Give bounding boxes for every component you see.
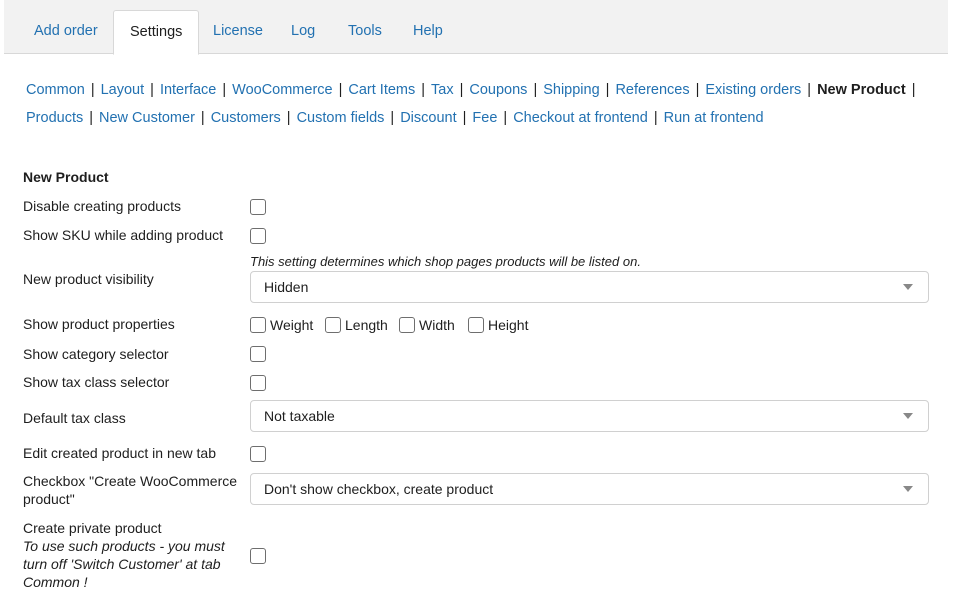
- subnav-separator: |: [605, 82, 610, 98]
- chevron-down-icon: [903, 413, 913, 419]
- subnav-common[interactable]: Common: [26, 82, 85, 98]
- disable-creating-products-checkbox[interactable]: [250, 199, 266, 215]
- weight-checkbox[interactable]: [250, 317, 266, 334]
- tab-add-order[interactable]: Add order: [34, 10, 98, 54]
- edit-in-new-tab-checkbox[interactable]: [250, 446, 266, 462]
- subnav-separator: |: [90, 82, 95, 98]
- default-tax-class-value: Not taxable: [264, 408, 335, 424]
- tab-settings[interactable]: Settings: [113, 10, 200, 55]
- show-tax-class-selector-label: Show tax class selector: [23, 374, 170, 390]
- length-label: Length: [345, 317, 388, 334]
- subnav-coupons[interactable]: Coupons: [469, 82, 527, 98]
- subnav-custom-fields[interactable]: Custom fields: [297, 110, 385, 126]
- subnav-separator: |: [200, 110, 205, 126]
- subnav-customers[interactable]: Customers: [211, 110, 281, 126]
- show-product-properties-label: Show product properties: [23, 316, 175, 332]
- private-product-note-line-3: Common !: [23, 574, 88, 590]
- private-product-note-line-2: turn off 'Switch Customer' at tab: [23, 556, 221, 572]
- visibility-select-value: Hidden: [264, 279, 309, 295]
- private-product-note-line-1: To use such products - you must: [23, 538, 225, 554]
- subnav-separator: |: [222, 82, 227, 98]
- subnav-cart-items[interactable]: Cart Items: [348, 82, 415, 98]
- subnav-separator: |: [150, 82, 154, 98]
- show-sku-label: Show SKU while adding product: [23, 227, 224, 243]
- property-weight[interactable]: Weight: [250, 316, 313, 334]
- subnav-products[interactable]: Products: [26, 110, 83, 126]
- visibility-select[interactable]: Hidden: [250, 271, 929, 303]
- subnav-separator: |: [459, 82, 464, 98]
- create-wc-product-value: Don't show checkbox, create product: [264, 481, 494, 497]
- subnav-separator: |: [653, 110, 658, 126]
- subnav-separator: |: [911, 82, 916, 98]
- create-wc-product-label-line-2: product": [23, 491, 75, 507]
- subnav-separator: |: [533, 82, 538, 98]
- subnav-run-at-frontend[interactable]: Run at frontend: [664, 110, 764, 126]
- subnav-separator: |: [462, 110, 467, 126]
- default-tax-class-select[interactable]: Not taxable: [250, 400, 929, 432]
- visibility-hint: This setting determines which shop pages…: [250, 254, 641, 269]
- subnav-checkout-at-frontend[interactable]: Checkout at frontend: [513, 110, 648, 126]
- length-checkbox[interactable]: [325, 317, 341, 334]
- property-width[interactable]: Width: [399, 316, 455, 334]
- settings-subnav-row-1: Common | Layout | Interface | WooCommerce | Cart…: [26, 80, 921, 100]
- tab-tools[interactable]: Tools: [348, 10, 382, 54]
- create-private-product-checkbox[interactable]: [250, 548, 266, 564]
- subnav-references[interactable]: References: [615, 82, 689, 98]
- tab-license[interactable]: License: [213, 10, 263, 54]
- subnav-discount[interactable]: Discount: [400, 110, 456, 126]
- subnav-separator: |: [807, 82, 812, 98]
- height-label: Height: [488, 317, 529, 334]
- subnav-shipping[interactable]: Shipping: [543, 82, 599, 98]
- new-product-visibility-label: New product visibility: [23, 271, 154, 287]
- chevron-down-icon: [903, 486, 913, 492]
- tab-help[interactable]: Help: [413, 10, 443, 54]
- settings-subnav-row-2: Products | New Customer | Customers | Custom f…: [26, 108, 764, 128]
- category-selector-checkbox[interactable]: [250, 346, 266, 362]
- subnav-separator: |: [503, 110, 508, 126]
- width-label: Width: [419, 317, 455, 334]
- chevron-down-icon: [903, 284, 913, 290]
- width-checkbox[interactable]: [399, 317, 415, 334]
- create-private-product-title: Create private product: [23, 520, 162, 536]
- create-wc-product-select[interactable]: Don't show checkbox, create product: [250, 473, 929, 505]
- subnav-new-product[interactable]: New Product: [817, 82, 906, 98]
- section-title: New Product: [23, 169, 109, 185]
- subnav-tax[interactable]: Tax: [431, 82, 454, 98]
- tax-class-selector-checkbox[interactable]: [250, 375, 266, 391]
- subnav-separator: |: [421, 82, 426, 98]
- subnav-separator: |: [338, 82, 343, 98]
- subnav-separator: |: [390, 110, 395, 126]
- top-tab-bar: Add order Settings License Log Tools Hel…: [4, 0, 948, 55]
- subnav-separator: |: [286, 110, 291, 126]
- property-length[interactable]: Length: [325, 316, 388, 334]
- show-category-selector-label: Show category selector: [23, 346, 169, 362]
- subnav-layout[interactable]: Layout: [101, 82, 145, 98]
- height-checkbox[interactable]: [468, 317, 484, 334]
- weight-label: Weight: [270, 317, 314, 334]
- property-height[interactable]: Height: [468, 316, 528, 334]
- subnav-existing-orders[interactable]: Existing orders: [705, 82, 801, 98]
- subnav-interface[interactable]: Interface: [160, 82, 216, 98]
- subnav-fee[interactable]: Fee: [472, 110, 497, 126]
- subnav-new-customer[interactable]: New Customer: [99, 110, 195, 126]
- create-wc-product-label-line-1: Checkbox "Create WooCommerce: [23, 473, 238, 489]
- subnav-separator: |: [89, 110, 94, 126]
- edit-in-new-tab-label: Edit created product in new tab: [23, 445, 217, 461]
- disable-creating-products-label: Disable creating products: [23, 198, 181, 214]
- create-private-product-label: Create private product To use such produ…: [23, 519, 225, 591]
- default-tax-class-label: Default tax class: [23, 410, 126, 426]
- create-wc-product-label: Checkbox "Create WooCommerce product": [23, 472, 237, 508]
- tab-log[interactable]: Log: [291, 10, 315, 54]
- subnav-woocommerce[interactable]: WooCommerce: [232, 82, 332, 98]
- subnav-separator: |: [695, 82, 700, 98]
- show-sku-checkbox[interactable]: [250, 228, 266, 244]
